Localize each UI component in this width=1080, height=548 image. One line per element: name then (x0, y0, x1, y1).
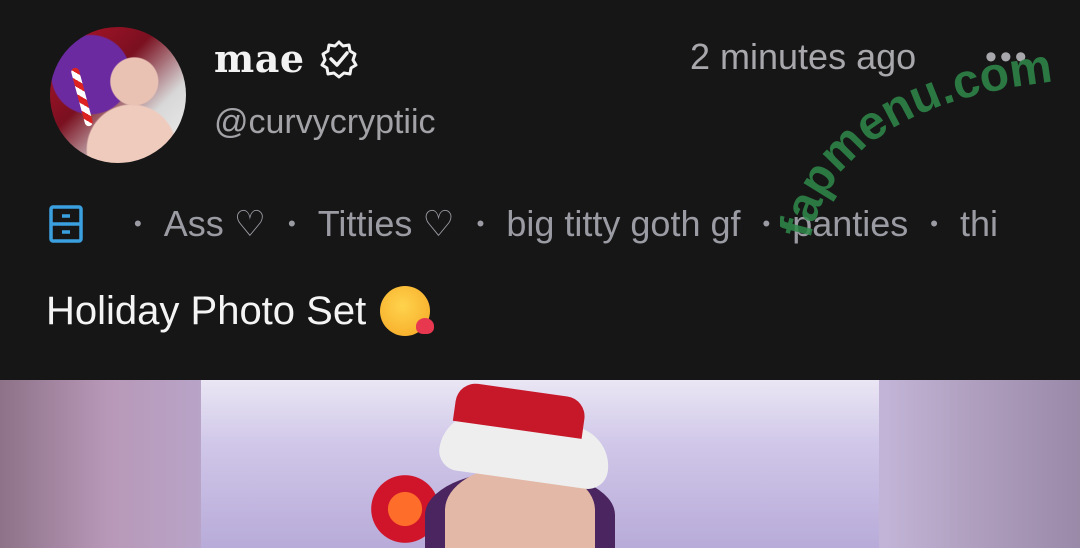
avatar[interactable] (50, 27, 186, 163)
post-title: Holiday Photo Set (46, 288, 367, 333)
tag-item[interactable]: Ass ♡ (164, 203, 266, 245)
author-name[interactable]: mae (214, 36, 305, 81)
tag-separator: • (762, 211, 771, 236)
post-image[interactable] (0, 380, 1080, 548)
archive-drawer-icon[interactable] (46, 204, 86, 244)
verified-badge-icon (320, 40, 358, 78)
author-row: mae (214, 36, 359, 81)
post-title-row: Holiday Photo Set (46, 286, 435, 336)
tag-separator: • (288, 211, 296, 236)
watermark: fapmenu.com (780, 40, 1055, 243)
svg-text:fapmenu.com: fapmenu.com (780, 40, 1055, 243)
tag-separator: • (476, 211, 485, 236)
tag-item[interactable]: Titties ♡ (318, 203, 455, 245)
author-handle[interactable]: @curvycryptiic (214, 103, 436, 142)
tag-separator: • (134, 211, 142, 236)
kissing-face-emoji-icon (380, 286, 435, 336)
candy-cane-detail (70, 66, 94, 128)
watermark-text: fapmenu.com (780, 40, 1055, 243)
tag-item[interactable]: big titty goth gf (506, 203, 740, 245)
